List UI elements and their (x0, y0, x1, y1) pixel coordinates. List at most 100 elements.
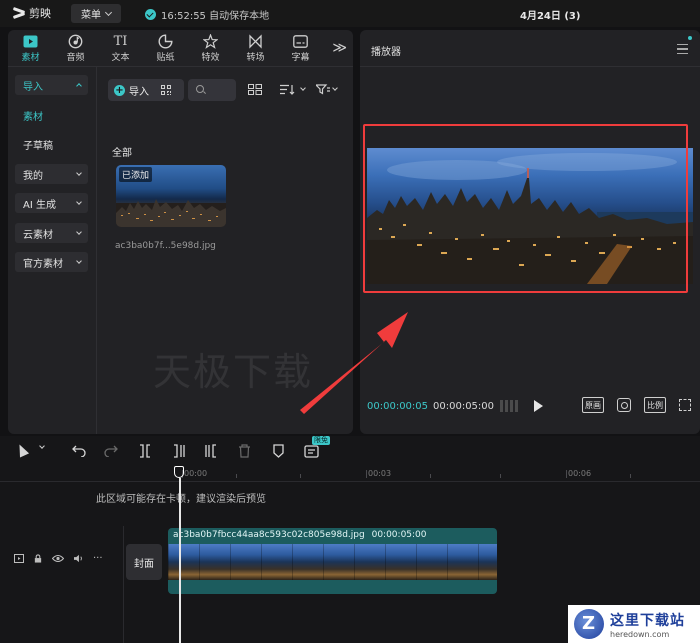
lock-icon[interactable] (33, 554, 43, 563)
tab-transition[interactable]: 转场 (233, 30, 278, 66)
autosave-text: 16:52:55 自动保存本地 (161, 11, 270, 22)
menu-label: 菜单 (81, 10, 101, 21)
time-ruler[interactable]: 00:00 00:03 00:06 (0, 466, 700, 482)
audio-icon (68, 33, 84, 49)
import-label: 导入 (129, 86, 149, 98)
ruler-label: 00:00 (184, 469, 208, 478)
media-file-name: ac3ba0b7f...5e98d.jpg (115, 241, 216, 251)
zoom-fit-icon[interactable] (617, 398, 631, 412)
clip-thumbnail-strip (168, 544, 497, 580)
player-panel: 播放器 00:00:00:05 00:00:05:00 原画 比例 (360, 30, 700, 434)
tab-text[interactable]: TI 文本 (98, 30, 143, 66)
nav-import[interactable]: 导入 (15, 75, 88, 95)
ruler-label: 00:03 (368, 469, 392, 478)
cover-button[interactable]: 封面 (126, 544, 162, 580)
app-name: 剪映 (29, 7, 51, 20)
more-tabs-icon[interactable]: ≫ (332, 40, 347, 56)
waveform-icon[interactable] (500, 400, 518, 412)
track-controls: ··· (14, 554, 103, 564)
subtitle-recognition-icon[interactable] (304, 445, 320, 458)
search-input[interactable] (188, 79, 236, 101)
chevron-down-icon[interactable] (39, 443, 45, 449)
chevron-up-icon (76, 83, 82, 89)
chevron-down-icon (76, 199, 82, 205)
site-name-cn: 这里下载站 (610, 612, 685, 629)
media-toolbar: + 导入 (108, 79, 184, 101)
plus-icon: + (114, 84, 125, 96)
app-logo: 剪映 (12, 5, 51, 21)
more-options-icon[interactable]: ··· (93, 554, 103, 564)
filter-icon[interactable] (316, 81, 338, 97)
highlight-box (363, 124, 688, 293)
delete-icon[interactable] (238, 444, 251, 458)
play-icon[interactable] (534, 400, 543, 412)
fullscreen-icon[interactable] (679, 399, 691, 411)
clip-file-name: ac3ba0b7fbcc44aa8c593c02c805e98d.jpg (173, 530, 365, 540)
playhead-handle[interactable] (174, 466, 184, 478)
ruler-tick (430, 474, 431, 478)
nav-sub-draft[interactable]: 子草稿 (15, 134, 88, 154)
section-all-label: 全部 (112, 148, 132, 159)
document-title[interactable]: 4月24日 (3) (520, 7, 580, 22)
performance-notice: 此区域可能存在卡顿，建议渲染后预览 (96, 494, 266, 505)
chevron-down-icon (76, 229, 82, 235)
nav-mine[interactable]: 我的 (15, 164, 88, 184)
ruler-tick (566, 470, 567, 478)
qr-code-icon[interactable] (161, 84, 172, 96)
clip-duration: 00:00:05:00 (371, 530, 427, 540)
tab-effects[interactable]: 特效 (188, 30, 233, 66)
video-clip[interactable]: ac3ba0b7fbcc44aa8c593c02c805e98d.jpg 00:… (168, 528, 497, 594)
nav-label: 子草稿 (23, 140, 53, 152)
media-icon (23, 33, 39, 49)
select-cursor-icon[interactable] (14, 442, 30, 458)
chevron-down-icon (76, 170, 82, 176)
check-circle-icon (145, 9, 156, 20)
nav-label: 素材 (23, 111, 43, 123)
import-button[interactable]: + 导入 (108, 79, 184, 101)
aspect-ratio-button[interactable]: 比例 (644, 397, 666, 413)
nav-ai-generate[interactable]: AI 生成 (15, 193, 88, 213)
media-item-thumbnail[interactable]: 已添加 (116, 165, 226, 227)
tab-sticker[interactable]: 贴纸 (143, 30, 188, 66)
volume-icon[interactable] (73, 554, 84, 563)
text-icon: TI (113, 33, 128, 49)
tab-subtitle[interactable]: 字幕 (278, 30, 323, 66)
marker-icon[interactable] (272, 444, 285, 458)
nav-label: 导入 (23, 81, 43, 93)
sort-icon[interactable] (280, 81, 306, 97)
playhead-line[interactable] (179, 478, 181, 643)
view-toggle-icon[interactable] (248, 81, 262, 97)
ruler-tick (630, 474, 631, 478)
clip-label: ac3ba0b7fbcc44aa8c593c02c805e98d.jpg 00:… (173, 530, 427, 540)
video-track-icon (14, 554, 24, 563)
nav-label: 官方素材 (23, 258, 63, 270)
media-panel: 素材 音频 TI 文本 贴纸 特效 转场 字幕 ≫ 导入 素材 子草稿 我的 A… (8, 30, 353, 434)
trim-right-icon[interactable] (204, 444, 218, 458)
nav-cloud-media[interactable]: 云素材 (15, 223, 88, 243)
tab-label: 特效 (201, 53, 220, 63)
menu-button[interactable]: 菜单 (71, 4, 121, 23)
tab-label: 贴纸 (156, 53, 175, 63)
visibility-icon[interactable] (52, 554, 64, 563)
top-bar: 剪映 菜单 16:52:55 自动保存本地 4月24日 (3) (0, 0, 700, 27)
tab-label: 文本 (111, 53, 130, 63)
effects-icon (203, 33, 219, 49)
hamburger-menu-icon[interactable] (677, 44, 688, 57)
player-title: 播放器 (371, 47, 401, 58)
nav-label: 云素材 (23, 229, 53, 241)
nav-official-media[interactable]: 官方素材 (15, 252, 88, 272)
tab-audio[interactable]: 音频 (53, 30, 98, 66)
original-quality-button[interactable]: 原画 (582, 397, 604, 413)
trim-left-icon[interactable] (172, 444, 186, 458)
site-logo-icon (574, 609, 604, 639)
search-icon (196, 85, 204, 93)
tab-media[interactable]: 素材 (8, 30, 53, 66)
nav-media[interactable]: 素材 (15, 105, 88, 125)
chevron-down-icon (332, 84, 338, 91)
total-time: 00:00:05:00 (433, 401, 495, 412)
ruler-tick (300, 474, 301, 478)
undo-icon[interactable] (72, 444, 86, 457)
split-icon[interactable] (138, 444, 152, 458)
redo-icon[interactable] (104, 444, 118, 457)
tab-label: 音频 (66, 53, 85, 63)
